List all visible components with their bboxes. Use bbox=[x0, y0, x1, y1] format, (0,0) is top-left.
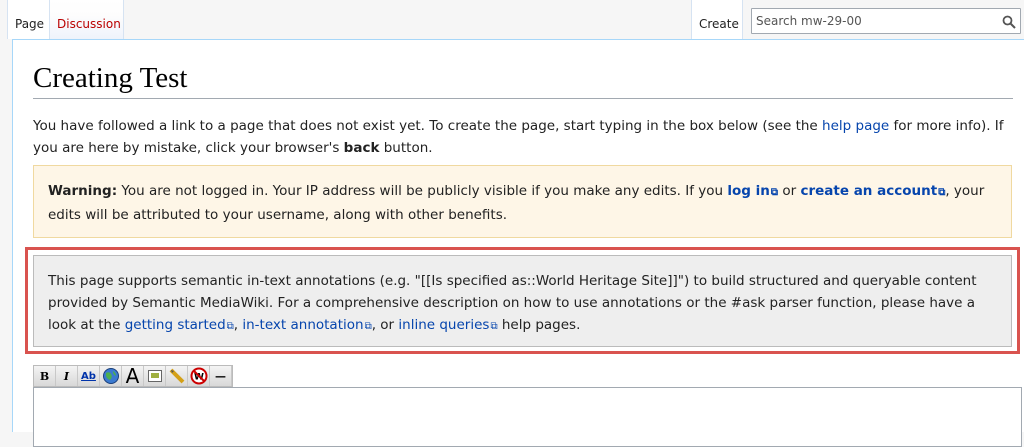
tab-page-label: Page bbox=[15, 17, 45, 31]
bold-button[interactable]: B bbox=[34, 366, 56, 386]
search-icon[interactable] bbox=[1002, 14, 1016, 29]
page-title: Creating Test bbox=[33, 60, 1013, 99]
italic-button[interactable]: I bbox=[56, 366, 78, 386]
external-link-button[interactable] bbox=[100, 366, 122, 386]
warning-text-2: or bbox=[778, 183, 801, 199]
getting-started-link[interactable]: getting started⧉ bbox=[125, 317, 234, 333]
smw-sep-2: , or bbox=[371, 317, 399, 333]
in-text-annotation-link[interactable]: in-text annotation⧉ bbox=[242, 317, 371, 333]
anon-warning: Warning: You are not logged in. Your IP … bbox=[33, 165, 1012, 238]
tab-page[interactable]: Page bbox=[7, 0, 50, 39]
nowiki-button[interactable]: W bbox=[188, 366, 210, 386]
log-in-link-label: log in bbox=[727, 183, 770, 199]
warning-text-1: You are not logged in. Your IP address w… bbox=[117, 183, 728, 199]
create-account-link-label: create an account bbox=[800, 183, 938, 199]
create-account-link[interactable]: create an account⧉ bbox=[800, 183, 945, 199]
getting-started-link-label: getting started bbox=[124, 317, 226, 333]
back-text: back bbox=[343, 140, 380, 156]
warning-label: Warning: bbox=[48, 183, 118, 199]
intro-text-3: button. bbox=[379, 140, 433, 156]
intro-text: You have followed a link to a page that … bbox=[33, 115, 1018, 159]
main-content: Creating Test You have followed a link t… bbox=[12, 39, 1024, 447]
smw-text-2: help pages. bbox=[497, 317, 581, 333]
media-link-button[interactable] bbox=[166, 366, 188, 386]
help-page-link[interactable]: help page bbox=[822, 118, 889, 134]
pencil-icon bbox=[169, 368, 184, 384]
internal-link-button[interactable]: Ab bbox=[78, 366, 100, 386]
tab-discussion[interactable]: Discussion bbox=[50, 0, 124, 39]
horizontal-line-button[interactable]: — bbox=[210, 366, 232, 386]
inline-queries-link[interactable]: inline queries⧉ bbox=[398, 317, 497, 333]
headline-button[interactable]: A bbox=[122, 366, 144, 386]
external-link-icon: ⧉ bbox=[770, 187, 779, 198]
external-link-icon: ⧉ bbox=[226, 321, 234, 332]
tab-discussion-label: Discussion bbox=[57, 17, 121, 31]
embedded-file-button[interactable] bbox=[144, 366, 166, 386]
external-link-icon: ⧉ bbox=[490, 321, 498, 332]
external-link-icon: ⧉ bbox=[364, 321, 372, 332]
edit-textarea[interactable] bbox=[33, 387, 1022, 447]
no-wiki-icon: W bbox=[190, 367, 207, 385]
globe-icon bbox=[102, 368, 119, 384]
search-box bbox=[751, 8, 1021, 34]
inline-queries-link-label: inline queries bbox=[398, 317, 490, 333]
edit-toolbar: B I Ab A W — bbox=[33, 365, 233, 387]
intro-text-1: You have followed a link to a page that … bbox=[33, 118, 823, 134]
image-icon bbox=[147, 370, 162, 382]
log-in-link[interactable]: log in⧉ bbox=[727, 183, 778, 199]
highlight-frame: This page supports semantic in-text anno… bbox=[25, 247, 1020, 354]
in-text-annotation-link-label: in-text annotation bbox=[242, 317, 364, 333]
tab-create[interactable]: Create bbox=[691, 0, 743, 39]
tab-create-label: Create bbox=[699, 17, 739, 31]
svg-text:W: W bbox=[194, 373, 204, 383]
smw-notice: This page supports semantic in-text anno… bbox=[33, 255, 1012, 347]
search-input[interactable] bbox=[752, 9, 996, 33]
